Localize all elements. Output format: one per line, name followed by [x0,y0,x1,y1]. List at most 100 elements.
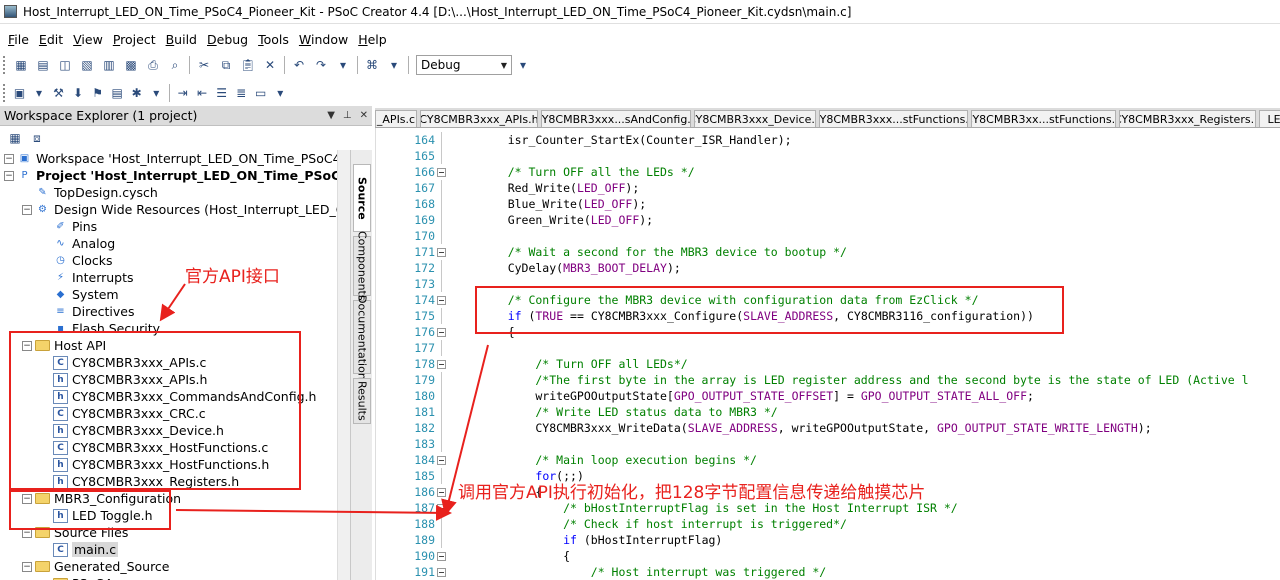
undo-icon[interactable]: ↶ [290,56,308,74]
add-item-icon[interactable]: ◫ [56,56,74,74]
find-icon[interactable]: ⌘ [363,56,381,74]
side-tab-documentation[interactable]: Documentation [353,295,371,379]
tree-item[interactable]: ✐ Pins [40,218,97,235]
code-editor[interactable]: 164 isr_Counter_StartEx(Counter_ISR_Hand… [375,128,1280,580]
tree-item[interactable]: − P Project 'Host_Interrupt_LED_ON_Time_PS… [4,167,350,184]
collapse-icon[interactable] [437,328,446,337]
line-number: 175 [414,309,435,323]
menu-item-view[interactable]: View [69,32,109,47]
line-number: 188 [414,517,435,531]
line-number: 186 [414,485,435,499]
refresh-icon[interactable]: ⧈ [28,129,46,147]
print-icon[interactable]: ⎙ [144,56,162,74]
collapse-icon[interactable] [437,568,446,577]
collapse-icon[interactable] [437,456,446,465]
chevron-down-icon[interactable]: ▾ [31,84,47,102]
collapse-icon[interactable]: − [22,561,32,572]
editor-tab[interactable]: _APIs.c [375,110,417,127]
line-number: 174 [414,293,435,307]
program-icon[interactable]: ⬇ [70,84,86,102]
collapse-icon[interactable] [437,360,446,369]
collapse-icon[interactable] [437,248,446,257]
clean-icon[interactable]: ⚒ [51,84,67,102]
build-icon[interactable]: ▣ [12,84,28,102]
editor-tab[interactable]: CY8CMBR3xxx...sAndConfig.h [541,110,691,127]
open-icon[interactable]: ▧ [78,56,96,74]
menu-item-edit[interactable]: Edit [35,32,69,47]
toolbar-grip[interactable] [3,56,7,74]
tree-item[interactable]: ◷ Clocks [40,252,112,269]
chevron-down-icon[interactable]: ▾ [514,56,532,74]
chevron-down-icon[interactable]: ▾ [148,84,164,102]
collapse-icon[interactable]: − [4,170,14,181]
pin-icon[interactable]: ⊥ [343,110,352,121]
line-number: 167 [414,181,435,195]
redo-icon[interactable]: ↷ [312,56,330,74]
menu-item-tools[interactable]: Tools [254,32,295,47]
editor-tab[interactable]: CY8CMBR3xxx_Registers.h [1119,110,1256,127]
new-project-icon[interactable]: ▦ [12,56,30,74]
editor-tab[interactable]: CY8CMBR3xx...stFunctions.h [971,110,1116,127]
side-tab-results[interactable]: Results [353,378,371,424]
chevron-down-icon[interactable]: ▾ [385,56,403,74]
tree-item[interactable]: − ⚙ Design Wide Resources (Host_Interrupt_… [22,201,350,218]
tree-item[interactable]: ≡ Directives [40,303,134,320]
editor-tab[interactable]: CY8CMBR3xxx...stFunctions.c [819,110,968,127]
delete-icon[interactable]: ✕ [261,56,279,74]
save-all-icon[interactable]: ▩ [122,56,140,74]
collapse-icon[interactable] [437,488,446,497]
collapse-icon[interactable] [437,296,446,305]
side-tab-source[interactable]: Source [353,164,371,232]
tree-scrollbar[interactable] [337,150,350,580]
chip-icon[interactable]: ▤ [109,84,125,102]
code-text: /* Wait a second for the MBR3 device to … [480,245,847,259]
collapse-icon[interactable] [437,168,446,177]
new-file-icon[interactable]: ▤ [34,56,52,74]
chevron-down-icon[interactable]: ▾ [272,84,288,102]
chevron-down-icon[interactable]: ▼ [327,110,335,121]
tree-item[interactable]: ⚡ Interrupts [40,269,134,286]
menu-item-build[interactable]: Build [162,32,203,47]
cut-icon[interactable]: ✂ [195,56,213,74]
side-tab-components[interactable]: Components [353,231,371,301]
properties-icon[interactable]: ▦ [6,129,24,147]
menu-item-help[interactable]: Help [354,32,393,47]
code-line: 179 /*The first byte in the array is LED… [375,372,1280,388]
collapse-icon[interactable] [437,504,446,513]
tree-item-label: Workspace 'Host_Interrupt_LED_ON_Time_PS… [36,151,350,166]
close-icon[interactable]: ✕ [360,110,368,121]
tree-item[interactable]: − Generated_Source [22,558,170,575]
paste-icon[interactable]: 📋︎ [239,56,257,74]
menu-item-debug[interactable]: Debug [203,32,254,47]
indent-icon[interactable]: ⇥ [175,84,191,102]
toolbar-grip[interactable] [3,84,7,102]
tree-item[interactable]: ✎ TopDesign.cysch [22,184,158,201]
bug-icon[interactable]: ✱ [129,84,145,102]
tree-item[interactable]: ◆ System [40,286,119,303]
tree-item[interactable]: Cmain.c [40,541,119,558]
comment-icon[interactable]: ☰ [214,84,230,102]
menu-item-window[interactable]: Window [295,32,354,47]
uncomment-icon[interactable]: ≣ [233,84,249,102]
tree-item[interactable]: ∿ Analog [40,235,115,252]
editor-tab[interactable]: CY8CMBR3xxx_APIs.h [420,110,538,127]
bookmark-icon[interactable]: ▭ [253,84,269,102]
chevron-down-icon[interactable]: ▾ [334,56,352,74]
save-icon[interactable]: ▥ [100,56,118,74]
collapse-icon[interactable] [437,552,446,561]
collapse-icon[interactable]: − [4,153,14,164]
tree-item[interactable]: − ▣ Workspace 'Host_Interrupt_LED_ON_Time_… [4,150,350,167]
menu-item-file[interactable]: File [4,32,35,47]
tree-item[interactable]: PSoC4 [40,575,112,580]
print-preview-icon[interactable]: ⌕ [166,56,184,74]
menu-item-project[interactable]: Project [109,32,162,47]
window-title: Host_Interrupt_LED_ON_Time_PSoC4_Pioneer… [23,4,852,19]
code-text: /* Host interrupt was triggered */ [480,565,827,579]
build-config-select[interactable]: Debug ▼ [416,55,512,75]
debug-icon[interactable]: ⚑ [90,84,106,102]
collapse-icon[interactable]: − [22,204,32,215]
copy-icon[interactable]: ⧉ [217,56,235,74]
editor-tab[interactable]: CY8CMBR3xxx_Device.h [694,110,816,127]
outdent-icon[interactable]: ⇤ [194,84,210,102]
editor-tab[interactable]: LE [1259,110,1280,127]
